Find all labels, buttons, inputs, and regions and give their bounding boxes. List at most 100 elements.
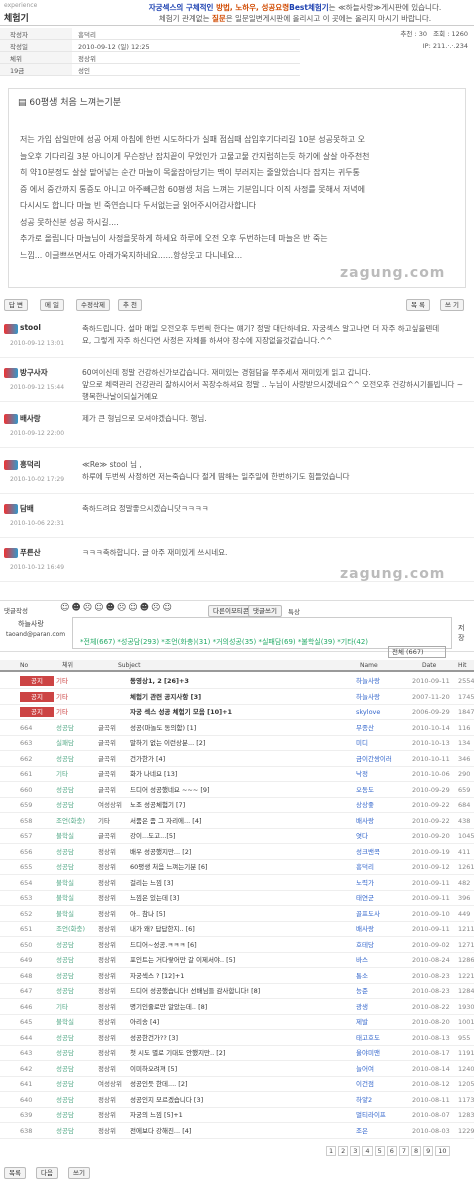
row-author[interactable]: 멀티라이프 — [356, 1108, 410, 1123]
table-row[interactable]: 650 성공담 정상위 드디어~성공.ㅋㅋㅋ [6] 호테당 2010-09-02 1271 — [0, 938, 474, 953]
other-emoticons-button[interactable]: 다른이모티콘 — [208, 605, 254, 617]
row-author[interactable]: 하늘사랑 — [356, 674, 410, 689]
row-subject[interactable]: 드디어 성공했네요 ~~~ [9] — [130, 783, 350, 798]
row-author[interactable]: 제발 — [356, 1015, 410, 1030]
edit-button[interactable]: 수정삭제 — [76, 299, 110, 311]
page-link[interactable]: 7 — [398, 1146, 409, 1156]
row-author[interactable]: 금이간쌍이러 — [356, 752, 410, 767]
row-subject[interactable]: 강이...도고...[5] — [130, 829, 350, 844]
row-subject[interactable]: 느낌은 있는데 [3] — [130, 891, 350, 906]
category-select[interactable]: 전체 (667) — [388, 646, 446, 658]
page-link[interactable]: 6 — [386, 1146, 397, 1156]
table-row[interactable]: 642 성공담 정상위 이미하오려져 [5] 늘어여 2010-08-14 1240 — [0, 1062, 474, 1077]
row-author[interactable]: 호테당 — [356, 938, 410, 953]
row-subject[interactable]: 포인트는 거다랗어만 갈 이제서야.. [5] — [130, 953, 350, 968]
table-row[interactable]: 655 성공담 정상위 60평생 처음 느껴는기분 [6] 흥덕리 2010-09-12 1… — [0, 860, 474, 875]
row-author[interactable]: 성크밴콕 — [356, 845, 410, 860]
row-subject[interactable]: 드디어 성공했습니다! 선배님들 감사합니다! [8] — [130, 984, 350, 999]
row-author[interactable]: 엿다 — [356, 829, 410, 844]
table-row[interactable]: 641 성공담 여성상위 성공인듯 한데.... [2] 이건점 2010-08-12 12… — [0, 1077, 474, 1092]
row-author[interactable]: 하얗2 — [356, 1093, 410, 1108]
table-row[interactable]: 653 불학실 정상위 느낌은 있는데 [3] 태연군 2010-09-11 396 — [0, 891, 474, 906]
recommend-button[interactable]: 추 천 — [118, 299, 143, 311]
row-subject[interactable]: 성공인듯 한데.... [2] — [130, 1077, 350, 1092]
table-row[interactable]: 646 기타 정상위 명기인줄로만 알았는데.. [8] 광생 2010-08-22 193… — [0, 1000, 474, 1015]
table-row[interactable]: 664 성공담 글곡위 성공(마놀도 동의함) [1] 무종산 2010-10-14 116 — [0, 721, 474, 736]
table-row[interactable]: 659 성공담 여성상위 노조 성공체험기 [7] 상상좋 2010-09-22 684 — [0, 798, 474, 813]
write-button[interactable]: 쓰 기 — [440, 299, 465, 311]
row-author[interactable]: 낙정 — [356, 767, 410, 782]
row-subject[interactable]: 화가 나네요 [13] — [130, 767, 350, 782]
list-button[interactable]: 목 록 — [406, 299, 431, 311]
table-row[interactable]: 645 불학실 정상위 아리송 [4] 제발 2010-08-20 1001 — [0, 1015, 474, 1030]
page-link[interactable]: 10 — [435, 1146, 450, 1156]
row-author[interactable]: 배사랑 — [356, 922, 410, 937]
row-subject[interactable]: 자궁의 느낌 [5]+1 — [130, 1108, 350, 1123]
special-char-link[interactable]: 특상 — [288, 606, 300, 616]
row-subject[interactable]: 노조 성공체험기 [7] — [130, 798, 350, 813]
row-subject[interactable]: 드디어~성공.ㅋㅋㅋ [6] — [130, 938, 350, 953]
row-author[interactable]: 미디 — [356, 736, 410, 751]
page-link[interactable]: 3 — [350, 1146, 361, 1156]
table-row[interactable]: 648 성공담 정상위 자궁섹스 ? [12]+1 통소 2010-08-23 1221 — [0, 969, 474, 984]
table-row[interactable]: 647 성공담 정상위 드디어 성공했습니다! 선배님들 감사합니다! [8] 능준 20… — [0, 984, 474, 999]
emoticon-row[interactable]: ☺☻☹☺☻☹☺☻☹☺ — [60, 603, 174, 613]
row-author[interactable]: 통소 — [356, 969, 410, 984]
row-author[interactable]: 태고호도 — [356, 1031, 410, 1046]
row-subject[interactable]: 자궁섹스 ? [12]+1 — [130, 969, 350, 984]
row-author[interactable]: 능준 — [356, 984, 410, 999]
table-row[interactable]: 652 불학실 정상위 아.. 참나 [5] 골프도사 2010-09-10 449 — [0, 907, 474, 922]
row-author[interactable]: 하늘사랑 — [356, 690, 410, 705]
row-subject[interactable]: 체험기 관련 공지사항 [3] — [130, 690, 350, 705]
row-author[interactable]: 늘어여 — [356, 1062, 410, 1077]
table-row[interactable]: 651 조언(화충) 정상위 내가 왜? 답답한지.. [6] 배사랑 2010-09-1… — [0, 922, 474, 937]
row-author[interactable]: 울야미맨 — [356, 1046, 410, 1061]
row-subject[interactable]: 걸리는 느낌 [3] — [130, 876, 350, 891]
page-link[interactable]: 8 — [410, 1146, 422, 1156]
table-row[interactable]: 657 불학실 글곡위 강이...도고...[5] 엿다 2010-09-20 1045 — [0, 829, 474, 844]
row-author[interactable]: 흥덕리 — [356, 860, 410, 875]
table-row[interactable]: 공지 기타 자궁 섹스 성공 체험기 모음 [10]+1 skylove 2006-09… — [0, 705, 474, 720]
table-row[interactable]: 654 불학실 정상위 걸리는 느낌 [3] 노력가 2010-09-11 482 — [0, 876, 474, 891]
row-subject[interactable]: 자궁 섹스 성공 체험기 모음 [10]+1 — [130, 705, 350, 720]
row-author[interactable]: 바스 — [356, 953, 410, 968]
page-link[interactable]: 2 — [338, 1146, 349, 1156]
row-subject[interactable]: 성공인지 모르겠습니다 [3] — [130, 1093, 350, 1108]
row-author[interactable]: 광생 — [356, 1000, 410, 1015]
table-row[interactable]: 공지 기타 체험기 관련 공지사항 [3] 하늘사랑 2007-11-20 1745 — [0, 690, 474, 705]
footer-next-button[interactable]: 다음 — [36, 1167, 58, 1179]
reply-button[interactable]: 답 변 — [4, 299, 29, 311]
row-subject[interactable]: 성공(마놀도 동의함) [1] — [130, 721, 350, 736]
row-subject[interactable]: 서품은 좀 그 자리에... [4] — [130, 814, 350, 829]
row-subject[interactable]: 말하기 없는 이런상분... [2] — [130, 736, 350, 751]
table-row[interactable]: 658 조언(화충) 기타 서품은 좀 그 자리에... [4] 배사랑 2010-09-… — [0, 814, 474, 829]
row-subject[interactable]: 전에보다 강해진... [4] — [130, 1124, 350, 1139]
row-author[interactable]: 상상좋 — [356, 798, 410, 813]
category-filters[interactable]: *전체(667) *성공담(293) *조언(화충)(31) *거의성공(35)… — [80, 637, 368, 647]
page-link[interactable]: 1 — [326, 1146, 337, 1156]
row-subject[interactable]: 60평생 처음 느껴는기분 [6] — [130, 860, 350, 875]
page-link[interactable]: 9 — [423, 1146, 434, 1156]
row-author[interactable]: 조은 — [356, 1124, 410, 1139]
save-comment-button[interactable]: 저장 — [458, 623, 466, 643]
pagination[interactable]: 1 2 3 4 5 6 7 8 9 10 — [326, 1146, 452, 1156]
row-subject[interactable]: 첫 시도 별로 기대도 안했지만.. [2] — [130, 1046, 350, 1061]
row-author[interactable]: 무종산 — [356, 721, 410, 736]
row-subject[interactable]: 성공한건가?? [3] — [130, 1031, 350, 1046]
comment-write-button[interactable]: 댓글쓰기 — [248, 605, 282, 617]
table-row[interactable]: 643 성공담 정상위 첫 시도 별로 기대도 안했지만.. [2] 울야미맨 2010-… — [0, 1046, 474, 1061]
row-author[interactable]: 태연군 — [356, 891, 410, 906]
row-author[interactable]: 오동도 — [356, 783, 410, 798]
row-author[interactable]: 배사랑 — [356, 814, 410, 829]
table-row[interactable]: 662 성공담 글곡위 건가한가 [4] 금이간쌍이러 2010-10-11 346 — [0, 752, 474, 767]
table-row[interactable]: 660 성공담 글곡위 드디어 성공했네요 ~~~ [9] 오동도 2010-09-29 6… — [0, 783, 474, 798]
table-row[interactable]: 640 성공담 정상위 성공인지 모르겠습니다 [3] 하얗2 2010-08-11 117… — [0, 1093, 474, 1108]
table-row[interactable]: 649 성공담 정상위 포인트는 거다랗어만 갈 이제서야.. [5] 바스 2010-0… — [0, 953, 474, 968]
table-row[interactable]: 656 성공담 정상위 배우 성공했지만... [2] 성크밴콕 2010-09-19 41… — [0, 845, 474, 860]
footer-list-button[interactable]: 목록 — [4, 1167, 26, 1179]
table-row[interactable]: 644 성공담 정상위 성공한건가?? [3] 태고호도 2010-08-13 955 — [0, 1031, 474, 1046]
mail-button[interactable]: 메 일 — [40, 299, 65, 311]
row-subject[interactable]: 배우 성공했지만... [2] — [130, 845, 350, 860]
row-subject[interactable]: 건가한가 [4] — [130, 752, 350, 767]
page-link[interactable]: 5 — [374, 1146, 385, 1156]
